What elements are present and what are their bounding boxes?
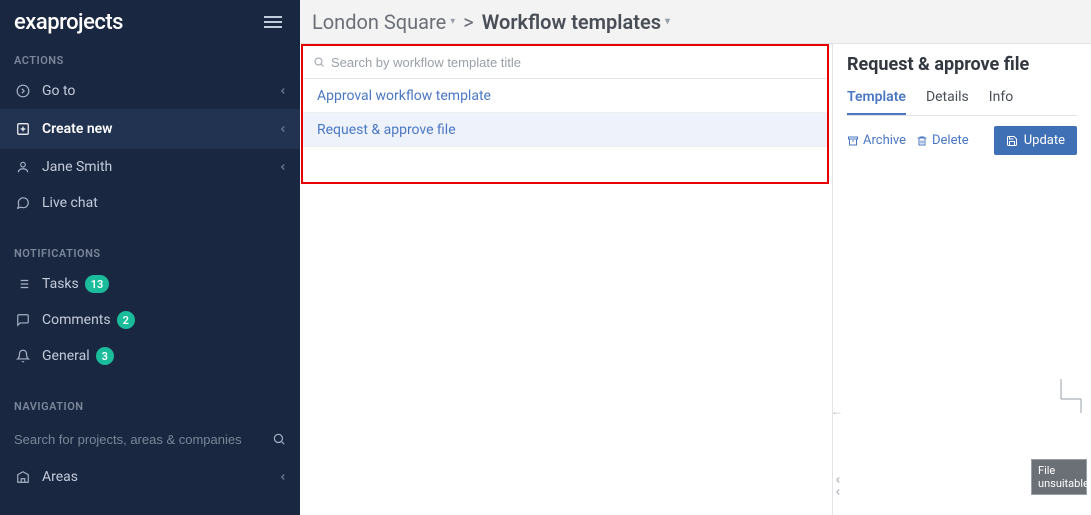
nav-tasks-label: Tasks: [42, 276, 79, 292]
workflow-node-file-unsuitable[interactable]: File unsuitable: [1031, 459, 1087, 495]
tab-info[interactable]: Info: [989, 85, 1013, 115]
comments-badge: 2: [117, 311, 135, 329]
nav-goto-label: Go to: [42, 83, 75, 99]
chevron-down-icon: ▾: [665, 16, 670, 27]
list-item-title: Request & approve file: [317, 122, 456, 138]
archive-button[interactable]: Archive: [847, 133, 906, 148]
list-item-title: Approval workflow template: [317, 88, 491, 104]
menu-toggle-icon[interactable]: [264, 10, 288, 34]
list-column: Approval workflow template Request & app…: [300, 44, 832, 515]
nav-create-new[interactable]: Create new: [0, 109, 300, 149]
node-line1: File: [1038, 464, 1055, 477]
areas-icon: [14, 470, 32, 484]
breadcrumb-page[interactable]: Workflow templates ▾: [482, 10, 670, 34]
delete-button[interactable]: Delete: [916, 133, 969, 148]
chevron-down-icon: ▾: [450, 16, 455, 27]
chat-icon: [14, 196, 32, 210]
nav-live-chat[interactable]: Live chat: [0, 185, 300, 221]
nav-general[interactable]: General 3: [0, 338, 300, 374]
tasks-badge: 13: [85, 275, 110, 293]
node-line2: unsuitable: [1038, 477, 1089, 490]
collapse-panel-icon[interactable]: ←: [831, 404, 843, 418]
nav-general-label: General: [42, 348, 90, 364]
nav-tasks[interactable]: Tasks 13: [0, 266, 300, 302]
nav-comments-label: Comments: [42, 312, 111, 328]
brand-row: exaprojects: [0, 0, 300, 44]
sidebar: exaprojects ACTIONS Go to Create new Jan…: [0, 0, 300, 515]
main: London Square ▾ > Workflow templates ▾ A…: [300, 0, 1091, 515]
nav-create-label: Create new: [42, 121, 113, 137]
detail-actions: Archive Delete Update: [847, 126, 1077, 155]
section-actions-label: ACTIONS: [0, 44, 300, 73]
list-search[interactable]: [303, 46, 827, 79]
nav-goto[interactable]: Go to: [0, 73, 300, 109]
update-label: Update: [1024, 133, 1065, 148]
nav-user[interactable]: Jane Smith: [0, 149, 300, 185]
nav-chat-label: Live chat: [42, 195, 98, 211]
detail-tabs: Template Details Info: [847, 85, 1077, 116]
chevron-right-icon: [278, 124, 288, 134]
search-icon: [272, 432, 286, 446]
breadcrumb: London Square ▾ > Workflow templates ▾: [300, 0, 1091, 44]
chevron-right-icon: [278, 86, 288, 96]
comment-icon: [14, 313, 32, 327]
general-badge: 3: [96, 347, 114, 365]
bell-icon: [14, 349, 32, 363]
save-icon: [1006, 135, 1018, 147]
update-button[interactable]: Update: [994, 126, 1077, 155]
breadcrumb-project[interactable]: London Square ▾: [312, 10, 455, 34]
nav-areas-label: Areas: [42, 469, 78, 485]
tab-template[interactable]: Template: [847, 85, 906, 115]
content: Approval workflow template Request & app…: [300, 44, 1091, 515]
archive-label: Archive: [863, 133, 906, 148]
workflow-connector-icon: [1031, 379, 1091, 459]
template-list-panel: Approval workflow template Request & app…: [301, 44, 829, 184]
breadcrumb-project-label: London Square: [312, 10, 446, 34]
plus-square-icon: [14, 122, 32, 136]
nav-search[interactable]: [0, 419, 300, 459]
search-icon: [313, 56, 325, 68]
list-empty-area: [300, 184, 832, 515]
chevron-right-icon: [278, 472, 288, 482]
list-icon: [14, 277, 32, 291]
section-navigation-label: NAVIGATION: [0, 390, 300, 419]
delete-label: Delete: [932, 133, 969, 148]
nav-search-input[interactable]: [14, 432, 272, 447]
brand-logo[interactable]: exaprojects: [14, 10, 123, 35]
tab-details[interactable]: Details: [926, 85, 969, 115]
detail-panel: Request & approve file Template Details …: [832, 44, 1091, 515]
user-icon: [14, 160, 32, 174]
arrow-right-circle-icon: [14, 84, 32, 98]
nav-comments[interactable]: Comments 2: [0, 302, 300, 338]
list-item[interactable]: Approval workflow template: [303, 79, 827, 113]
trash-icon: [916, 135, 928, 147]
nav-user-label: Jane Smith: [42, 159, 112, 175]
breadcrumb-sep: >: [463, 10, 473, 34]
archive-icon: [847, 135, 859, 147]
detail-title: Request & approve file: [847, 54, 1077, 75]
chevron-right-icon: [278, 162, 288, 172]
section-notifications-label: NOTIFICATIONS: [0, 237, 300, 266]
nav-areas[interactable]: Areas: [0, 459, 300, 495]
scroll-hint-icon[interactable]: [833, 475, 843, 497]
breadcrumb-page-label: Workflow templates: [482, 10, 661, 34]
list-search-input[interactable]: [331, 55, 817, 70]
workflow-canvas[interactable]: File unsuitable: [1031, 379, 1091, 495]
list-item[interactable]: Request & approve file: [303, 113, 827, 147]
